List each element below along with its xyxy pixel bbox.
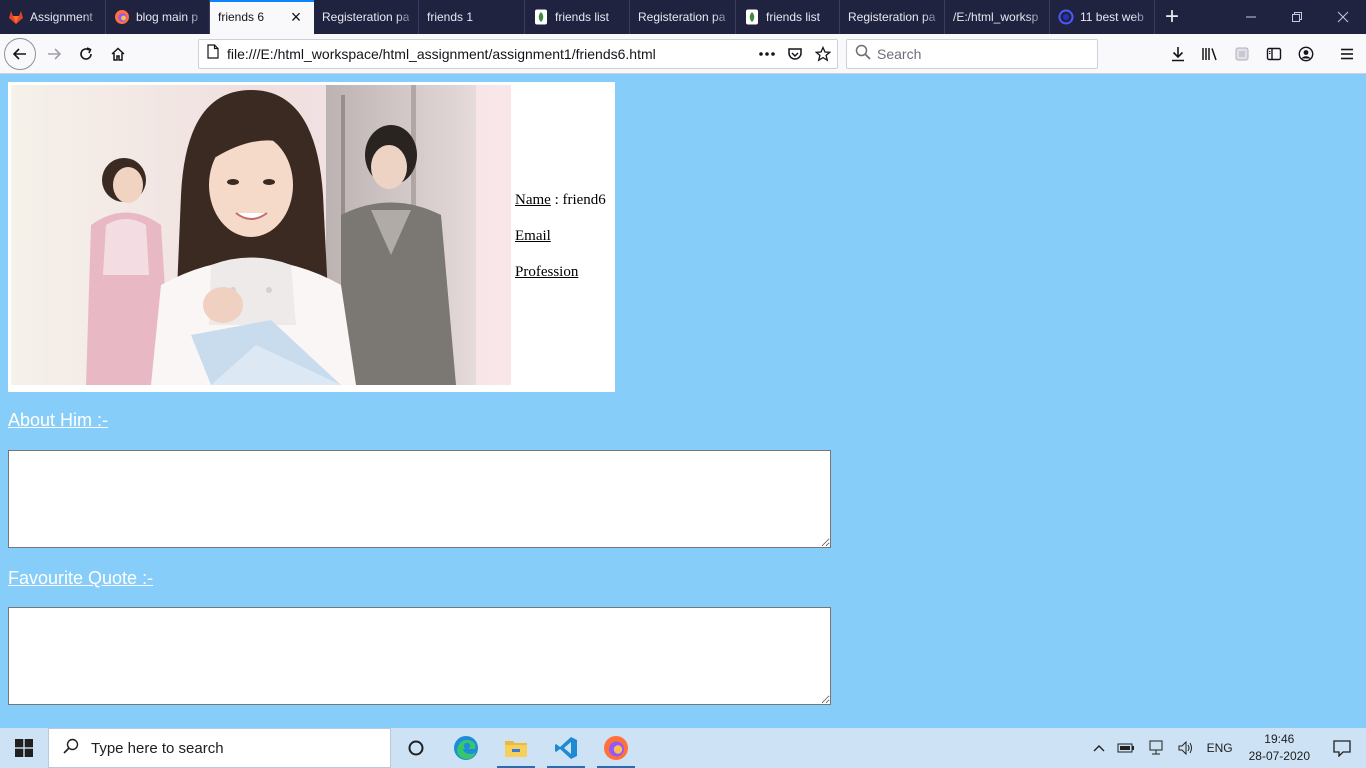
language-indicator[interactable]: ENG [1201, 741, 1239, 755]
search-box[interactable] [846, 39, 1098, 69]
new-tab-button[interactable]: + [1155, 0, 1189, 34]
network-icon[interactable] [1141, 740, 1171, 756]
quote-textarea[interactable] [8, 607, 831, 705]
search-input[interactable] [877, 46, 1097, 62]
tab-friends-list-1[interactable]: friends list [525, 0, 630, 34]
file-explorer-icon[interactable] [491, 728, 541, 768]
battery-icon[interactable] [1111, 742, 1141, 754]
tab-html-workspace[interactable]: /E:/html_worksp [945, 0, 1050, 34]
email-label: Email [515, 228, 551, 244]
name-row: Name : friend6 [515, 192, 606, 228]
reload-icon[interactable] [70, 38, 102, 70]
firefox-icon [114, 9, 130, 25]
tab-registration-1[interactable]: Registeration pa [314, 0, 419, 34]
email-row: Email [515, 228, 606, 264]
url-text[interactable]: file:///E:/html_workspace/html_assignmen… [227, 46, 753, 62]
restore-icon[interactable] [1274, 0, 1320, 34]
home-icon[interactable] [102, 38, 134, 70]
page-icon [207, 44, 219, 64]
cortana-icon[interactable] [391, 728, 441, 768]
tab-title: friends list [766, 10, 821, 24]
menu-icon[interactable] [1331, 38, 1363, 70]
close-tab-icon[interactable]: × [286, 7, 306, 27]
tab-11-best-web[interactable]: 11 best web [1050, 0, 1155, 34]
windows-taskbar: Type here to search ENG 19:46 28-07-2020 [0, 728, 1366, 768]
quote-heading: Favourite Quote :- [8, 568, 154, 588]
tab-assignment[interactable]: Assignment [0, 0, 106, 34]
name-label: Name [515, 192, 551, 208]
search-icon [855, 44, 871, 65]
profession-label: Profession [515, 264, 579, 280]
windows-start-icon[interactable] [0, 728, 48, 768]
tab-friends-6[interactable]: friends 6 × [210, 0, 314, 34]
extension-icon[interactable] [1226, 38, 1258, 70]
sidebar-icon[interactable] [1258, 38, 1290, 70]
edge-icon[interactable] [441, 728, 491, 768]
chevron-up-icon[interactable] [1087, 744, 1111, 752]
downloads-icon[interactable] [1162, 38, 1194, 70]
clock[interactable]: 19:46 28-07-2020 [1239, 731, 1320, 765]
profile-card: Name : friend6 Email Profession [8, 82, 615, 392]
minimize-icon[interactable] [1228, 0, 1274, 34]
clock-date: 28-07-2020 [1248, 749, 1310, 763]
system-tray: ENG 19:46 28-07-2020 [1087, 728, 1366, 768]
taskbar-search-placeholder: Type here to search [91, 739, 224, 757]
vscode-icon[interactable] [541, 728, 591, 768]
page-leaf-icon [533, 9, 549, 25]
firefox-taskbar-icon[interactable] [591, 728, 641, 768]
tab-title: friends 1 [427, 10, 474, 24]
tab-title: friends list [555, 10, 610, 24]
profession-row: Profession [515, 264, 606, 300]
tab-strip: Assignment blog main p friends 6 × Regis… [0, 0, 1366, 34]
page-content: Name : friend6 Email Profession About Hi… [0, 75, 1366, 728]
bookmark-star-icon[interactable] [809, 40, 837, 68]
gitlab-icon [8, 9, 24, 25]
page-actions-icon[interactable] [753, 40, 781, 68]
profile-photo [11, 85, 511, 385]
pocket-icon[interactable] [781, 40, 809, 68]
profile-details: Name : friend6 Email Profession [515, 192, 606, 300]
clock-time: 19:46 [1264, 732, 1295, 746]
name-value: : friend6 [550, 192, 606, 208]
tab-friends-1[interactable]: friends 1 [419, 0, 525, 34]
forward-icon[interactable] [38, 38, 70, 70]
tab-blog-main[interactable]: blog main p [106, 0, 210, 34]
taskbar-search-icon [63, 738, 79, 759]
about-heading: About Him :- [8, 410, 109, 430]
about-textarea[interactable] [8, 450, 831, 548]
circle-icon [1058, 9, 1074, 25]
navigation-toolbar: file:///E:/html_workspace/html_assignmen… [0, 34, 1366, 74]
tab-registration-3[interactable]: Registeration pa [840, 0, 945, 34]
back-icon[interactable] [4, 38, 36, 70]
library-icon[interactable] [1194, 38, 1226, 70]
tab-title: friends 6 [218, 10, 265, 24]
tab-registration-2[interactable]: Registeration pa [630, 0, 736, 34]
volume-icon[interactable] [1171, 740, 1201, 756]
tab-friends-list-2[interactable]: friends list [736, 0, 840, 34]
close-window-icon[interactable] [1320, 0, 1366, 34]
notifications-icon[interactable] [1320, 739, 1366, 757]
taskbar-search-box[interactable]: Type here to search [48, 728, 391, 768]
page-leaf-icon [744, 9, 760, 25]
account-icon[interactable] [1290, 38, 1322, 70]
address-bar[interactable]: file:///E:/html_workspace/html_assignmen… [198, 39, 838, 69]
